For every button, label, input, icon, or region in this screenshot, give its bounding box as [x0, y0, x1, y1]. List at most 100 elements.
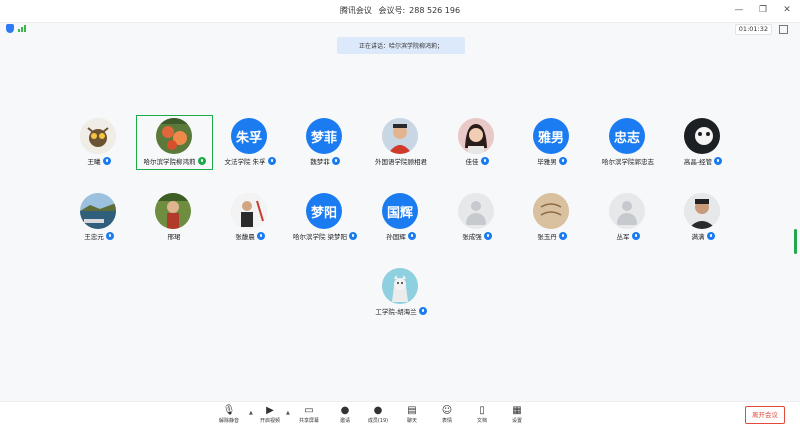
- participant-tile[interactable]: 张成强: [437, 190, 517, 241]
- mic-icon: [407, 231, 416, 240]
- participant-tile[interactable]: 忠志 哈尔滨学院郭忠志: [588, 115, 668, 166]
- screen-share-icon: ▭: [304, 405, 314, 416]
- participant-name: 外国语学院顾相君: [375, 157, 427, 166]
- participant-tile[interactable]: 佳佳: [437, 115, 517, 166]
- mic-icon: [480, 156, 489, 165]
- mic-icon: [631, 231, 640, 240]
- mic-icon: [102, 156, 111, 165]
- avatar: [533, 193, 569, 229]
- participant-name: 孙国辉: [386, 232, 406, 241]
- scroll-handle[interactable]: [794, 229, 797, 254]
- avatar: [382, 118, 418, 154]
- participant-name: 王曦: [87, 157, 101, 166]
- invite-icon: ●: [340, 405, 350, 416]
- participant-tile[interactable]: 外国语学院顾相君: [361, 115, 441, 166]
- mic-muted-icon: 🎙: [222, 405, 236, 416]
- unmute-button[interactable]: 🎙 解除静音: [212, 405, 246, 427]
- emoji-button[interactable]: ☺ 表情: [430, 405, 464, 427]
- avatar: [382, 268, 418, 304]
- mic-icon: [706, 231, 715, 240]
- avatar: 雅男: [533, 118, 569, 154]
- avatar: 国辉: [382, 193, 418, 229]
- participant-name: 丛军: [616, 232, 630, 241]
- mic-icon: [558, 156, 567, 165]
- participant-name: 张玉丹: [537, 232, 557, 241]
- avatar: 忠志: [609, 118, 645, 154]
- video-off-icon: ▶: [266, 405, 274, 416]
- participant-name: 毕雅男: [537, 157, 557, 166]
- document-icon: ▯: [479, 405, 485, 416]
- window-controls: — ❐ ✕: [734, 3, 792, 17]
- participant-tile[interactable]: 梦菲 魏梦菲: [285, 115, 365, 166]
- avatar: [458, 193, 494, 229]
- chat-icon: ▤: [407, 405, 417, 416]
- participant-name: 佳佳: [465, 157, 479, 166]
- participant-tile[interactable]: 高晶-经管: [663, 115, 743, 166]
- meeting-timer: 01:01:32: [734, 24, 772, 35]
- participant-tile[interactable]: 邢珺: [134, 190, 214, 241]
- participant-name: 满满: [691, 232, 705, 241]
- mic-icon: [256, 231, 265, 240]
- participant-tile[interactable]: 雅男 毕雅男: [512, 115, 592, 166]
- participant-tile[interactable]: 张玉丹: [512, 190, 592, 241]
- participant-name: 张成强: [462, 232, 482, 241]
- participant-name: 哈尔滨学院柳鸿莉: [143, 157, 196, 166]
- members-icon: ●: [373, 405, 383, 416]
- participant-tile[interactable]: 满满: [663, 190, 743, 241]
- chat-button[interactable]: ▤ 聊天: [395, 405, 429, 427]
- chevron-up-icon[interactable]: ▲: [286, 410, 290, 416]
- avatar: 梦阳: [306, 193, 342, 229]
- participant-name: 哈尔滨学院 梁梦阳: [292, 232, 348, 241]
- avatar: [156, 118, 192, 154]
- mic-icon: [105, 231, 114, 240]
- start-video-button[interactable]: ▶ 开启视频: [253, 405, 287, 427]
- participant-name: 邢珺: [167, 232, 181, 241]
- participant-tile[interactable]: 王忠元: [59, 190, 139, 241]
- mic-icon: [349, 231, 358, 240]
- mic-icon: [714, 156, 723, 165]
- avatar: [458, 118, 494, 154]
- participant-tile-active[interactable]: 哈尔滨学院柳鸿莉: [136, 115, 213, 170]
- signal-icon[interactable]: [18, 25, 26, 32]
- restore-icon[interactable]: ❐: [758, 3, 768, 17]
- participant-tile[interactable]: 朱孚 文法学院 朱孚: [210, 115, 290, 166]
- avatar: [80, 118, 116, 154]
- participant-name: 张馥晨: [235, 232, 255, 241]
- minimize-icon[interactable]: —: [734, 3, 744, 17]
- participant-tile[interactable]: 丛军: [588, 190, 668, 241]
- avatar: [155, 193, 191, 229]
- avatar: [684, 193, 720, 229]
- participant-tile[interactable]: 工学院-胡海兰: [361, 265, 441, 316]
- meeting-id: 288 526 196: [409, 6, 461, 15]
- participant-name: 高晶-经管: [683, 157, 713, 166]
- members-button[interactable]: ● 成员(19): [361, 405, 395, 427]
- mic-icon: [331, 156, 340, 165]
- participant-tile[interactable]: 张馥晨: [210, 190, 290, 241]
- participant-tile[interactable]: 王曦: [59, 115, 139, 166]
- close-icon[interactable]: ✕: [782, 3, 792, 17]
- avatar: [80, 193, 116, 229]
- meeting-id-label: 会议号:: [378, 6, 406, 15]
- meeting-toolbar: 🎙 解除静音 ▲ ▶ 开启视频 ▲ ▭ 共享屏幕 ● 邀请 ● 成员(19) ▤…: [0, 401, 800, 428]
- speaking-indicator: 正在讲话：哈尔滨学院柳鸿莉；: [337, 37, 465, 54]
- mic-icon: [197, 156, 206, 165]
- avatar: [609, 193, 645, 229]
- mic-icon: [558, 231, 567, 240]
- leave-meeting-button[interactable]: 离开会议: [745, 406, 785, 424]
- avatar: 朱孚: [231, 118, 267, 154]
- document-button[interactable]: ▯ 文档: [465, 405, 499, 427]
- mic-icon: [483, 231, 492, 240]
- participant-tile[interactable]: 国辉 孙国辉: [361, 190, 441, 241]
- share-screen-button[interactable]: ▭ 共享屏幕: [292, 405, 326, 427]
- participant-name: 魏梦菲: [310, 157, 330, 166]
- shield-icon[interactable]: [6, 24, 14, 33]
- avatar: [684, 118, 720, 154]
- participant-name: 工学院-胡海兰: [375, 307, 417, 316]
- participant-tile[interactable]: 梦阳 哈尔滨学院 梁梦阳: [285, 190, 365, 241]
- avatar: 梦菲: [306, 118, 342, 154]
- invite-button[interactable]: ● 邀请: [328, 405, 362, 427]
- settings-button[interactable]: ▦ 设置: [500, 405, 534, 427]
- mic-icon: [267, 156, 276, 165]
- fullscreen-icon[interactable]: [779, 25, 788, 34]
- participant-name: 文法学院 朱孚: [224, 157, 266, 166]
